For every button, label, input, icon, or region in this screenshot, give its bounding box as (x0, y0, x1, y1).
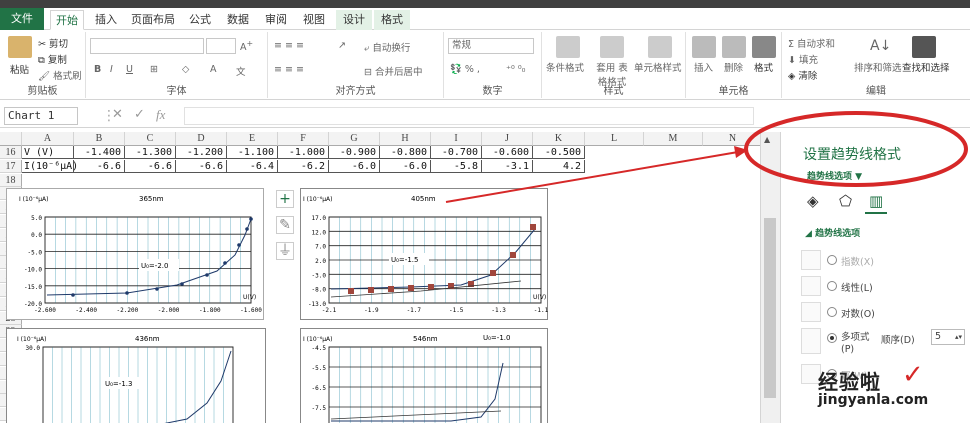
pointer-arrow-line (445, 151, 739, 203)
annotation-overlay (445, 111, 968, 203)
watermark-check-icon: ✓ (902, 360, 924, 390)
highlight-ellipse (744, 111, 968, 187)
watermark-url: jingyanla.com (818, 392, 929, 408)
watermark-text: 经验啦 (818, 370, 881, 394)
